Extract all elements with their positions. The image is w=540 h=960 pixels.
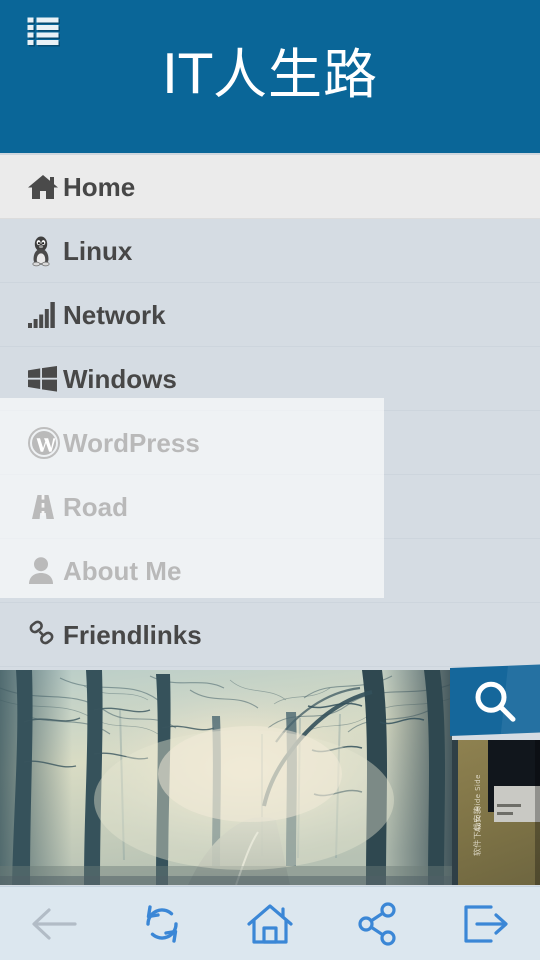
linux-tux-icon — [28, 234, 62, 268]
share-button[interactable] — [324, 887, 432, 960]
nav-label: WordPress — [63, 427, 200, 458]
wordpress-icon — [28, 426, 62, 460]
arrow-left-icon — [27, 904, 81, 944]
home-button[interactable] — [216, 887, 324, 960]
back-button[interactable] — [0, 887, 108, 960]
share-nodes-icon — [355, 901, 401, 947]
mobile-app-screen: IT人生路 Home Linux Network Windows WordPre… — [0, 0, 540, 960]
home-outline-icon — [245, 900, 295, 948]
nav-label: Network — [63, 299, 166, 330]
article-thumbnail[interactable]: Auto-Hide Side 软件下载安装 — [452, 740, 540, 885]
thumbnail-body: Auto-Hide Side 软件下载安装 — [458, 740, 540, 885]
signal-bars-icon — [28, 298, 62, 332]
windows-icon — [28, 362, 62, 396]
nav-item-windows[interactable]: Windows — [0, 347, 540, 411]
refresh-icon — [138, 900, 186, 948]
nav-item-home[interactable]: Home — [0, 155, 540, 219]
nav-item-about-me[interactable]: About Me — [0, 539, 540, 603]
nav-item-road[interactable]: Road — [0, 475, 540, 539]
road-icon — [28, 490, 62, 524]
search-button[interactable] — [450, 664, 540, 736]
nav-item-friendlinks[interactable]: Friendlinks — [0, 603, 540, 667]
chain-link-icon — [28, 618, 62, 652]
thumbnail-shadow — [535, 740, 540, 885]
nav-label: Road — [63, 491, 128, 522]
nav-label: Windows — [63, 363, 177, 394]
site-title: IT人生路 — [162, 43, 378, 106]
nav-label: Linux — [63, 235, 133, 266]
exit-button[interactable] — [432, 887, 540, 960]
main-navigation: Home Linux Network Windows WordPress Roa… — [0, 155, 540, 667]
nav-label: Friendlinks — [63, 619, 202, 650]
hero-image — [0, 670, 452, 885]
user-icon — [28, 554, 62, 588]
search-icon — [472, 678, 518, 729]
nav-item-wordpress[interactable]: WordPress — [0, 411, 540, 475]
bottom-toolbar — [0, 886, 540, 960]
nav-label: About Me — [63, 555, 182, 586]
thumbnail-line — [497, 812, 513, 815]
nav-label: Home — [63, 171, 136, 202]
app-header: IT人生路 — [0, 0, 540, 153]
refresh-button[interactable] — [108, 887, 216, 960]
nav-item-linux[interactable]: Linux — [0, 219, 540, 283]
nav-item-network[interactable]: Network — [0, 283, 540, 347]
thumbnail-caption-secondary: 软件下载安装 — [473, 806, 482, 856]
thumbnail-line — [497, 804, 521, 807]
home-icon — [28, 170, 62, 204]
exit-icon — [461, 902, 511, 946]
